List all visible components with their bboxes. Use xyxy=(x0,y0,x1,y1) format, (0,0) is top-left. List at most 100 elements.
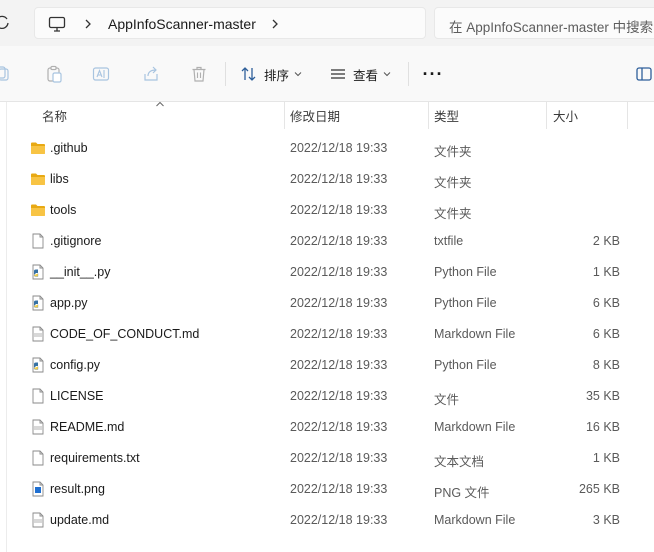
folder-icon xyxy=(30,171,46,187)
file-size: 16 KB xyxy=(585,420,620,434)
folder-icon xyxy=(30,202,46,218)
file-modified: 2022/12/18 19:33 xyxy=(290,296,388,310)
markdown-file-icon xyxy=(30,512,46,528)
delete-icon[interactable] xyxy=(190,65,208,83)
address-bar: AppInfoScanner-master 在 AppInfoScanner-m… xyxy=(0,0,654,46)
chevron-right-icon[interactable] xyxy=(83,18,93,30)
image-file-icon xyxy=(30,481,46,497)
rename-icon[interactable] xyxy=(92,65,110,83)
column-header: 名称 修改日期 类型 大小 xyxy=(0,101,654,129)
file-size: 1 KB xyxy=(592,451,620,465)
paste-icon[interactable] xyxy=(45,65,63,83)
file-size: 6 KB xyxy=(592,327,620,341)
file-modified: 2022/12/18 19:33 xyxy=(290,389,388,403)
table-row[interactable]: update.md 2022/12/18 19:33 Markdown File 3 … xyxy=(0,505,654,536)
table-row[interactable]: __init__.py 2022/12/18 19:33 Python File 1 … xyxy=(0,257,654,288)
file-size: 35 KB xyxy=(585,389,620,403)
toolbar-divider xyxy=(225,62,226,86)
file-name: tools xyxy=(50,203,77,217)
file-modified: 2022/12/18 19:33 xyxy=(290,513,388,527)
file-list: 名称 修改日期 类型 大小 .github 2022/12/18 19:33 文件夹… xyxy=(0,101,654,552)
blank-file-icon xyxy=(30,388,46,404)
column-size-label: 大小 xyxy=(553,110,579,124)
file-name: CODE_OF_CONDUCT.md xyxy=(50,327,200,341)
table-row[interactable]: config.py 2022/12/18 19:33 Python File 8 KB xyxy=(0,350,654,381)
file-size: 265 KB xyxy=(578,482,620,496)
view-button[interactable]: 查看 xyxy=(329,62,391,86)
refresh-icon[interactable] xyxy=(0,14,10,30)
file-type: Markdown File xyxy=(434,513,516,527)
sort-icon xyxy=(241,67,256,81)
view-label: 查看 xyxy=(353,68,379,83)
file-type: Markdown File xyxy=(434,327,516,341)
file-size: 6 KB xyxy=(592,296,620,310)
column-divider[interactable] xyxy=(546,102,547,129)
share-icon[interactable] xyxy=(142,65,160,83)
column-size[interactable]: 大小 xyxy=(553,102,578,129)
file-type: 文件夹 xyxy=(434,207,472,221)
column-type-label: 类型 xyxy=(434,110,460,124)
file-name: .gitignore xyxy=(50,234,102,248)
breadcrumb-current-folder[interactable]: AppInfoScanner-master xyxy=(108,16,256,32)
chevron-down-icon xyxy=(383,72,391,77)
file-size: 2 KB xyxy=(592,234,620,248)
copy-icon[interactable] xyxy=(0,65,12,83)
file-name: README.md xyxy=(50,420,125,434)
file-modified: 2022/12/18 19:33 xyxy=(290,265,388,279)
file-type: 文件夹 xyxy=(434,145,472,159)
sort-button[interactable]: 排序 xyxy=(240,62,302,86)
column-name[interactable]: 名称 xyxy=(42,102,67,129)
file-type: Python File xyxy=(434,296,497,310)
file-name: LICENSE xyxy=(50,389,104,403)
text-file-icon xyxy=(30,450,46,466)
column-divider[interactable] xyxy=(428,102,429,129)
sort-ascending-icon xyxy=(156,101,164,107)
column-modified[interactable]: 修改日期 xyxy=(290,102,340,129)
view-list-icon xyxy=(331,69,345,79)
file-name: result.png xyxy=(50,482,105,496)
file-type: txtfile xyxy=(434,234,464,248)
table-row[interactable]: CODE_OF_CONDUCT.md 2022/12/18 19:33 Markdo… xyxy=(0,319,654,350)
file-modified: 2022/12/18 19:33 xyxy=(290,234,388,248)
file-size: 3 KB xyxy=(592,513,620,527)
breadcrumb[interactable]: AppInfoScanner-master xyxy=(34,7,426,39)
table-row[interactable]: README.md 2022/12/18 19:33 Markdown File 16… xyxy=(0,412,654,443)
table-row[interactable]: result.png 2022/12/18 19:33 PNG 文件 265 KB xyxy=(0,474,654,505)
table-row[interactable]: app.py 2022/12/18 19:33 Python File 6 KB xyxy=(0,288,654,319)
file-type: PNG 文件 xyxy=(434,486,490,500)
file-type: 文本文档 xyxy=(434,455,485,469)
column-type[interactable]: 类型 xyxy=(434,102,459,129)
toolbar-divider xyxy=(408,62,409,86)
folder-icon xyxy=(30,140,46,156)
table-row[interactable]: LICENSE 2022/12/18 19:33 文件 35 KB xyxy=(0,381,654,412)
column-divider[interactable] xyxy=(284,102,285,129)
more-options-button[interactable]: ··· xyxy=(421,62,445,86)
file-name: .github xyxy=(50,141,88,155)
table-row[interactable]: requirements.txt 2022/12/18 19:33 文本文档 1 KB xyxy=(0,443,654,474)
this-pc-icon[interactable] xyxy=(48,16,66,32)
table-row[interactable]: .github 2022/12/18 19:33 文件夹 xyxy=(0,133,654,164)
file-modified: 2022/12/18 19:33 xyxy=(290,203,388,217)
details-pane-icon[interactable] xyxy=(636,67,652,81)
file-size: 8 KB xyxy=(592,358,620,372)
file-name: config.py xyxy=(50,358,101,372)
file-type: Python File xyxy=(434,265,497,279)
markdown-file-icon xyxy=(30,326,46,342)
file-modified: 2022/12/18 19:33 xyxy=(290,141,388,155)
file-modified: 2022/12/18 19:33 xyxy=(290,172,388,186)
file-name: libs xyxy=(50,172,69,186)
file-modified: 2022/12/18 19:33 xyxy=(290,327,388,341)
table-row[interactable]: tools 2022/12/18 19:33 文件夹 xyxy=(0,195,654,226)
column-divider[interactable] xyxy=(627,102,628,129)
markdown-file-icon xyxy=(30,419,46,435)
file-name: requirements.txt xyxy=(50,451,140,465)
chevron-right-icon[interactable] xyxy=(270,18,280,30)
table-row[interactable]: .gitignore 2022/12/18 19:33 txtfile 2 KB xyxy=(0,226,654,257)
search-input[interactable]: 在 AppInfoScanner-master 中搜索 xyxy=(434,7,654,39)
file-type: Python File xyxy=(434,358,497,372)
file-modified: 2022/12/18 19:33 xyxy=(290,451,388,465)
table-row[interactable]: libs 2022/12/18 19:33 文件夹 xyxy=(0,164,654,195)
search-placeholder: 在 AppInfoScanner-master 中搜索 xyxy=(449,20,654,35)
file-type: Markdown File xyxy=(434,420,516,434)
column-name-label: 名称 xyxy=(42,110,68,124)
